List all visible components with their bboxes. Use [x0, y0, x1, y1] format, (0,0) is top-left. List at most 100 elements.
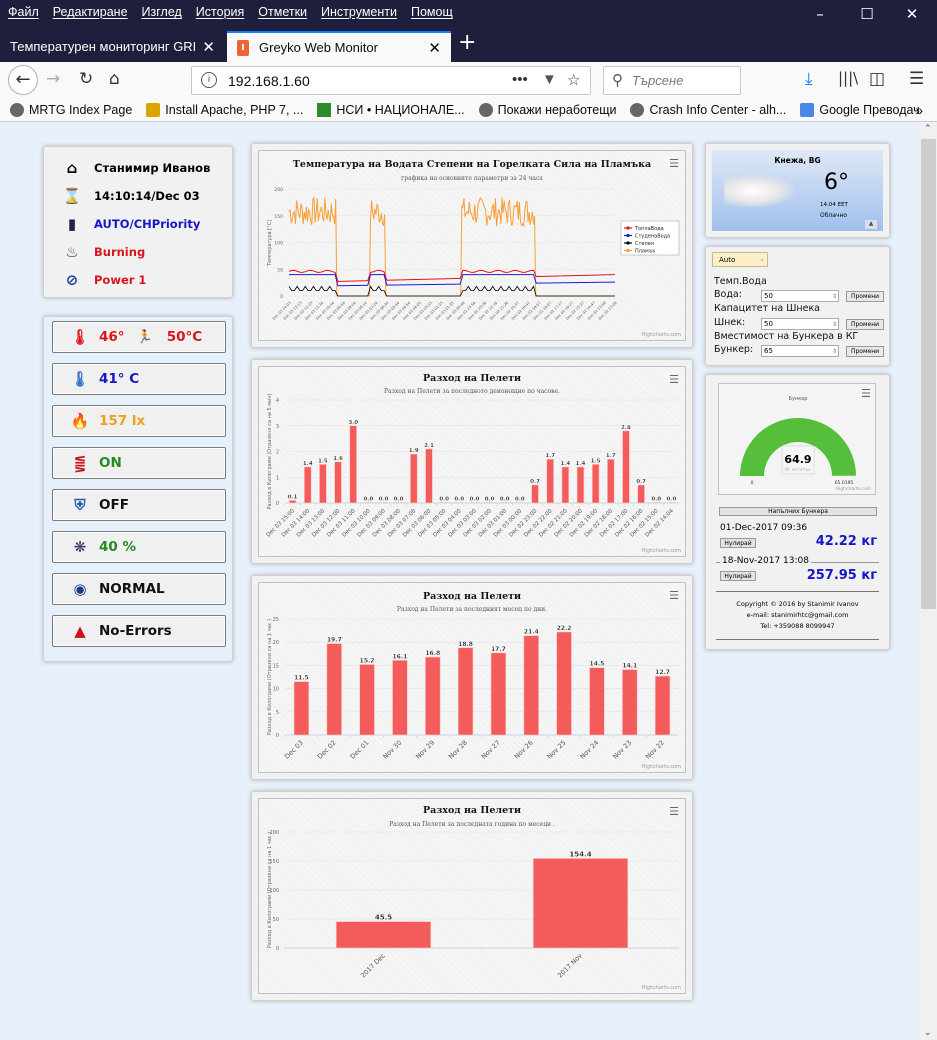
spinner-icon[interactable]: ⇕ [832, 319, 837, 330]
mode-row: ▮ AUTO/CHPriority [44, 210, 232, 238]
close-tab-icon[interactable]: ✕ [202, 38, 215, 56]
return-temp-button[interactable]: 🌡 41° C [52, 363, 226, 395]
reload-button[interactable]: ↻ [79, 69, 93, 89]
reset-button-1[interactable]: Нулирай [720, 538, 756, 548]
regime-button[interactable]: ◉ NORMAL [52, 573, 226, 605]
page-actions-icon[interactable]: ••• [512, 71, 528, 88]
email-text[interactable]: e-mail: stanimirhtc@gmail.com [706, 610, 889, 621]
tab-temperature-monitoring[interactable]: Температурен мониторинг GREYK ✕ [0, 31, 225, 62]
auger-capacity-input[interactable]: 50 ⇕ [761, 318, 839, 330]
water-temp-input[interactable]: 50 ⇕ [761, 290, 839, 302]
scrollbar-thumb[interactable] [921, 139, 936, 609]
gauge-value: 64.9 [784, 453, 811, 466]
menu-tools[interactable]: Инструменти [321, 5, 397, 19]
operation-mode: AUTO/CHPriority [94, 217, 201, 231]
dhw-button[interactable]: ⛨ OFF [52, 489, 226, 521]
pump-state: ON [99, 455, 122, 471]
y-tick-label: 50 [273, 917, 279, 923]
change-auger-button[interactable]: Промени [846, 319, 884, 330]
data-label: 22.2 [557, 625, 572, 632]
forward-button[interactable]: → [46, 69, 60, 89]
flame-button[interactable]: 🔥 157 lx [52, 405, 226, 437]
highcharts-credit[interactable]: Highcharts.com [836, 487, 871, 492]
pocket-icon[interactable]: ▼ [542, 71, 557, 88]
mode-select[interactable]: Auto ⌄ [712, 252, 768, 267]
minimize-button[interactable]: – [805, 4, 835, 24]
bookmark-mrtg[interactable]: MRTG Index Page [10, 102, 132, 117]
power-row: ⊘ Power 1 [44, 266, 232, 294]
pump-button[interactable]: ⪋ ON [52, 447, 226, 479]
bookmark-show-broken[interactable]: Покажи неработещи [478, 102, 616, 117]
page-content: ⌂ Станимир Иванов ⌛ 14:10:14/Dec 03 ▮ AUTO/… [0, 122, 920, 1040]
status-panel: 🌡 46° 🏃 50°C 🌡 41° C 🔥 157 lx ⪋ ON ⛨ OFF… [43, 316, 233, 662]
bookmark-nsi[interactable]: НСИ • НАЦИОНАЛЕ... [317, 102, 465, 117]
highcharts-credit[interactable]: Highcharts.com [642, 764, 681, 770]
scroll-down-icon[interactable]: ⌄ [924, 1028, 932, 1038]
highcharts-credit[interactable]: Highcharts.com [642, 548, 681, 554]
bookmark-crash-info[interactable]: Crash Info Center - alh... [630, 102, 786, 117]
bar [607, 458, 615, 504]
menu-file[interactable]: Файл [8, 5, 39, 19]
highcharts-credit[interactable]: Highcharts.com [642, 332, 681, 338]
back-button[interactable]: ← [8, 65, 38, 95]
consumption-value-2: 257.95 кг [806, 568, 877, 583]
dial-icon: ◉ [73, 580, 87, 598]
spinner-icon[interactable]: ⇕ [832, 346, 837, 357]
more-bookmarks-icon[interactable]: » [915, 102, 923, 118]
scroll-up-icon[interactable]: ⌃ [924, 124, 932, 134]
reset-button-2[interactable]: Нулирай [720, 571, 756, 581]
thermometer-hot-icon: 🌡 [70, 328, 90, 346]
downloads-icon[interactable]: ⤓ [805, 69, 813, 89]
menu-edit[interactable]: Редактиране [53, 5, 128, 19]
x-tick-label: Dec 03 [283, 739, 305, 761]
tab-greyko-web-monitor[interactable]: Greyko Web Monitor ✕ [227, 31, 451, 62]
weather-widget[interactable]: Кнежа, BG 6° 14:04 EET Облачно ▲ [712, 150, 883, 231]
url-bar[interactable]: i 192.168.1.60 ••• ▼ ☆ [191, 66, 591, 95]
y-axis-title: Разход в Килограми (Отразени са на 1 час… [267, 832, 273, 948]
bar [288, 500, 297, 504]
weather-info-icon[interactable]: ▲ [865, 220, 877, 229]
spinner-icon[interactable]: ⇕ [832, 291, 837, 302]
fill-hopper-button[interactable]: Напълних Бункера [719, 507, 877, 516]
y-tick-label: 15 [273, 663, 279, 669]
change-hopper-button[interactable]: Промени [846, 346, 884, 357]
bar [394, 502, 403, 504]
refill-date-1: 01-Dec-2017 09:36 [720, 523, 808, 533]
fan-button[interactable]: ❋ 40 % [52, 531, 226, 563]
temperature-plot: 050100150200Температура [°C]Dec 03 14:03… [267, 187, 680, 321]
y-tick-label: 2 [276, 450, 279, 456]
hopper-capacity-input[interactable]: 65 ⇕ [761, 345, 839, 357]
maximize-button[interactable]: ☐ [852, 4, 882, 24]
close-tab-icon[interactable]: ✕ [428, 39, 441, 57]
new-tab-button[interactable]: + [458, 30, 476, 55]
bar [304, 466, 312, 504]
bookmark-google-translate[interactable]: Google Преводач [800, 102, 920, 117]
bar [425, 656, 441, 736]
menu-help[interactable]: Помощ [411, 5, 453, 19]
water-temp-button[interactable]: 🌡 46° 🏃 50°C [52, 321, 226, 353]
bar [379, 502, 388, 504]
close-window-button[interactable]: ✕ [897, 4, 927, 24]
menu-history[interactable]: История [196, 5, 244, 19]
flame-value: 157 lx [99, 413, 146, 429]
change-water-button[interactable]: Промени [846, 291, 884, 302]
bookmark-install-apache[interactable]: Install Apache, PHP 7, ... [146, 102, 303, 117]
bar [622, 430, 630, 504]
bookmark-star-icon[interactable]: ☆ [567, 71, 580, 89]
water-temp-value: 46° [99, 329, 125, 345]
sidebar-icon[interactable]: ◫ [869, 69, 885, 89]
vertical-scrollbar[interactable]: ⌃ ⌄ [920, 122, 937, 1040]
home-button[interactable]: ⌂ [109, 69, 120, 89]
library-icon[interactable]: |||\ [838, 69, 858, 87]
menu-bookmarks[interactable]: Отметки [258, 5, 307, 19]
errors-button[interactable]: ▲ No-Errors [52, 615, 226, 647]
search-input[interactable]: ⚲ Търсене [603, 66, 741, 95]
hamburger-menu-icon[interactable]: ☰ [909, 69, 924, 89]
menu-view[interactable]: Изглед [142, 5, 182, 19]
chart-menu-icon[interactable]: ☰ [861, 387, 871, 400]
info-icon[interactable]: i [201, 72, 217, 88]
highcharts-credit[interactable]: Highcharts.com [642, 985, 681, 991]
thermometer-cold-icon: 🌡 [70, 370, 90, 388]
footer: Copyright © 2016 by Stanimir Ivanov e-ma… [706, 599, 889, 632]
bar [576, 466, 585, 504]
